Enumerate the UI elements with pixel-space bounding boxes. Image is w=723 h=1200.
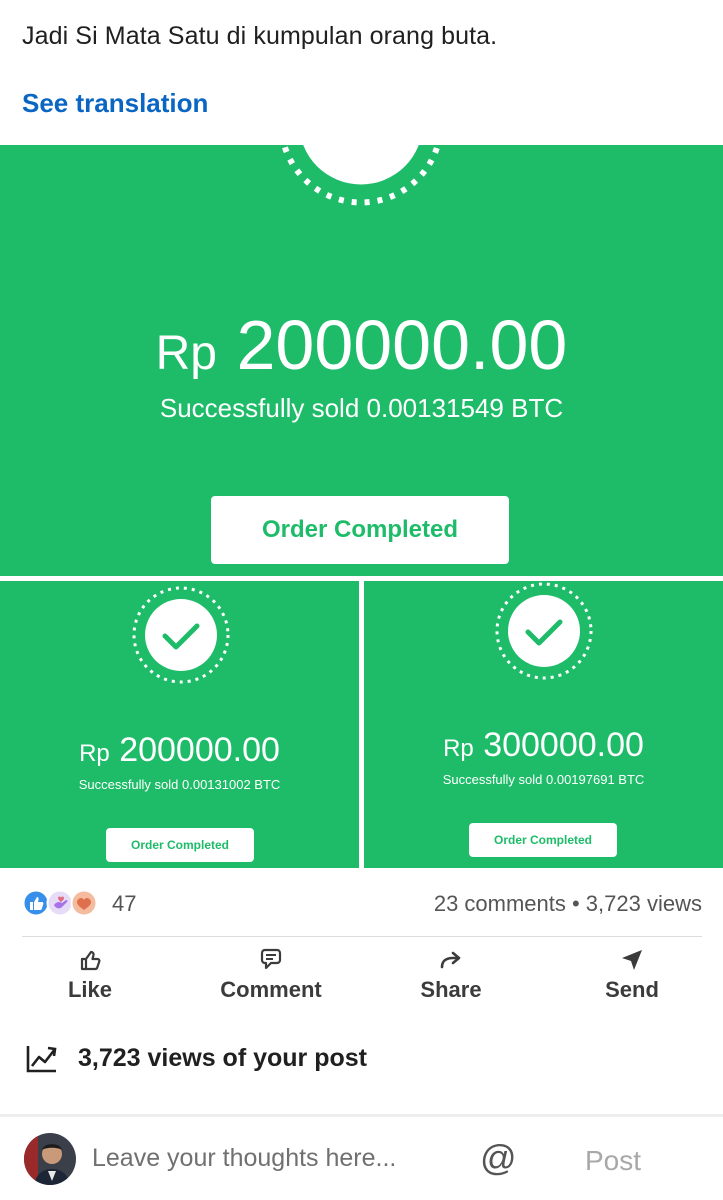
avatar[interactable] bbox=[24, 1133, 76, 1185]
main-order-completed-button: Order Completed bbox=[211, 496, 509, 564]
comment-input[interactable] bbox=[92, 1144, 462, 1173]
left-order-completed-button: Order Completed bbox=[106, 828, 254, 862]
comment-button[interactable]: Comment bbox=[196, 946, 346, 1003]
like-icon bbox=[22, 889, 50, 917]
main-currency: Rp bbox=[155, 327, 217, 380]
thumbs-up-icon bbox=[80, 950, 101, 971]
left-sold-text: Successfully sold 0.00131002 BTC bbox=[78, 777, 281, 792]
share-label: Share bbox=[420, 977, 482, 1002]
left-check-icon bbox=[132, 586, 230, 684]
support-icon bbox=[46, 889, 74, 917]
see-translation-link[interactable]: See translation bbox=[22, 88, 208, 119]
social-counts-row: 47 23 comments • 3,723 views bbox=[22, 886, 702, 920]
right-currency: Rp bbox=[443, 735, 474, 762]
post-analytics-row[interactable]: 3,723 views of your post bbox=[24, 1038, 624, 1078]
mention-button[interactable]: @ bbox=[480, 1137, 517, 1179]
like-label: Like bbox=[67, 977, 113, 1002]
share-arrow-icon bbox=[440, 951, 461, 969]
right-order-completed-button: Order Completed bbox=[469, 823, 617, 857]
main-amount: Rp 200000.00 bbox=[0, 305, 723, 385]
comments-views-stats[interactable]: 23 comments • 3,723 views bbox=[434, 891, 702, 917]
action-bar: Like Comment Share Send bbox=[0, 946, 723, 1010]
left-amount: Rp 200000.00 bbox=[0, 731, 359, 770]
top-circle-graphic bbox=[281, 145, 441, 206]
left-receipt-panel: Rp 200000.00 Successfully sold 0.0013100… bbox=[0, 581, 359, 868]
trending-chart-icon bbox=[26, 1046, 57, 1073]
right-receipt-panel: Rp 300000.00 Successfully sold 0.0019769… bbox=[364, 581, 723, 868]
send-button[interactable]: Send bbox=[557, 946, 707, 1003]
main-amount-value: 200000.00 bbox=[236, 306, 568, 384]
right-amount-value: 300000.00 bbox=[483, 726, 644, 764]
post-image[interactable]: Rp 200000.00 Successfully sold 0.0013154… bbox=[0, 145, 723, 868]
left-amount-value: 200000.00 bbox=[119, 731, 280, 769]
like-button[interactable]: Like bbox=[15, 946, 165, 1003]
left-currency: Rp bbox=[79, 740, 110, 767]
divider bbox=[22, 936, 702, 937]
right-amount: Rp 300000.00 bbox=[364, 726, 723, 765]
right-check-icon bbox=[495, 582, 593, 680]
post-text: Jadi Si Mata Satu di kumpulan orang buta… bbox=[22, 22, 498, 50]
main-sold-text: Successfully sold 0.00131549 BTC bbox=[159, 393, 564, 423]
reaction-count[interactable]: 47 bbox=[112, 891, 136, 917]
top-receipt-panel: Rp 200000.00 Successfully sold 0.0013154… bbox=[0, 145, 723, 576]
comment-label: Comment bbox=[220, 977, 322, 1002]
comment-icon bbox=[260, 948, 282, 970]
right-sold-text: Successfully sold 0.00197691 BTC bbox=[442, 772, 645, 787]
love-icon bbox=[70, 889, 98, 917]
views-of-post-text: 3,723 views of your post bbox=[78, 1044, 367, 1072]
send-label: Send bbox=[605, 977, 659, 1002]
send-icon bbox=[622, 950, 642, 970]
reaction-icons[interactable] bbox=[22, 889, 106, 917]
share-button[interactable]: Share bbox=[376, 946, 526, 1003]
comment-bar: @ Post bbox=[0, 1117, 723, 1200]
post-button[interactable]: Post bbox=[585, 1145, 641, 1177]
